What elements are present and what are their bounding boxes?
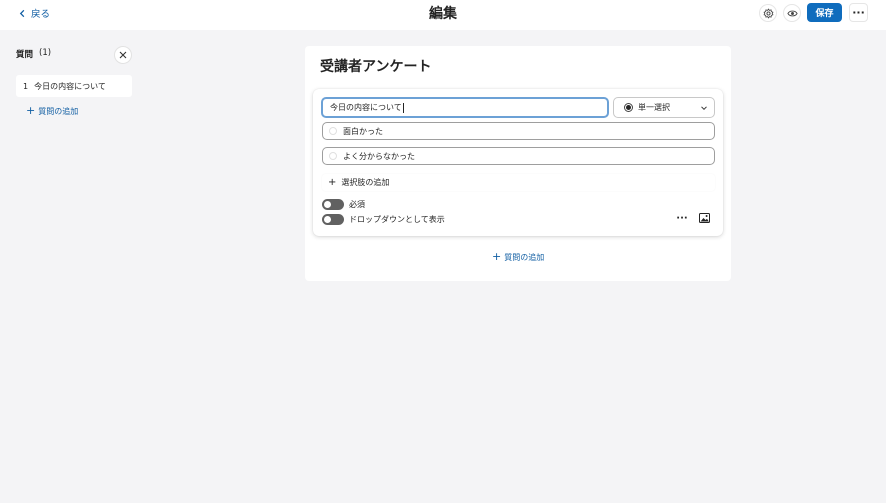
close-icon xyxy=(119,51,127,59)
preview-button[interactable] xyxy=(783,4,801,22)
required-toggle[interactable] xyxy=(322,198,344,210)
add-question-button[interactable]: + 質問の追加 xyxy=(492,250,544,264)
settings-button[interactable] xyxy=(759,4,777,22)
plus-icon: + xyxy=(328,177,337,188)
more-icon: ··· xyxy=(676,212,688,224)
required-row: 必須 xyxy=(322,198,365,210)
more-icon: ··· xyxy=(852,6,865,19)
choice-option-label: よく分からなかった xyxy=(343,151,415,161)
close-sidebar-button[interactable] xyxy=(114,46,132,64)
choice-option-1[interactable]: 面白かった xyxy=(322,122,715,140)
dropdown-row: ドロップダウンとして表示 xyxy=(322,213,445,225)
question-more-button[interactable]: ··· xyxy=(675,212,689,224)
question-type-label: 単一選択 xyxy=(638,103,670,112)
question-text-input[interactable]: 今日の内容について xyxy=(321,97,609,118)
add-choice-label: 選択肢の追加 xyxy=(341,178,390,187)
sidebar-item-question-1[interactable]: 1 今日の内容について xyxy=(16,75,132,97)
text-caret xyxy=(402,102,404,113)
choice-option-label: 面白かった xyxy=(343,126,383,136)
more-options-button[interactable]: ··· xyxy=(849,3,868,22)
choice-option-2[interactable]: よく分からなかった xyxy=(322,147,715,165)
sidebar-add-question-button[interactable]: + 質問の追加 xyxy=(26,104,78,118)
questions-count: (1) xyxy=(39,48,52,58)
dropdown-toggle[interactable] xyxy=(322,213,344,225)
dropdown-label: ドロップダウンとして表示 xyxy=(349,214,445,224)
page-title: 編集 xyxy=(429,6,457,22)
questions-title: 質問 xyxy=(16,50,34,60)
add-choice-button[interactable]: + 選択肢の追加 xyxy=(322,174,715,191)
required-label: 必須 xyxy=(349,199,365,209)
sidebar-add-question-label: 質問の追加 xyxy=(38,106,79,116)
plus-icon: + xyxy=(492,250,502,263)
radio-circle-icon xyxy=(329,152,337,160)
chevron-down-icon xyxy=(701,106,707,111)
questions-header: 質問 (1) xyxy=(16,48,51,60)
radio-circle-icon xyxy=(329,127,337,135)
plus-icon: + xyxy=(26,104,36,117)
question-text-value: 今日の内容について xyxy=(330,103,402,112)
radio-icon xyxy=(624,103,633,112)
eye-icon xyxy=(786,10,798,16)
question-label: 今日の内容について xyxy=(34,81,106,91)
form-title[interactable]: 受講者アンケート xyxy=(320,56,431,76)
save-button[interactable]: 保存 xyxy=(807,3,842,22)
add-question-label: 質問の追加 xyxy=(504,252,545,262)
question-type-select[interactable]: 単一選択 xyxy=(613,97,715,118)
image-icon[interactable] xyxy=(699,213,710,223)
gear-icon xyxy=(763,7,773,19)
question-number: 1 xyxy=(23,81,29,91)
